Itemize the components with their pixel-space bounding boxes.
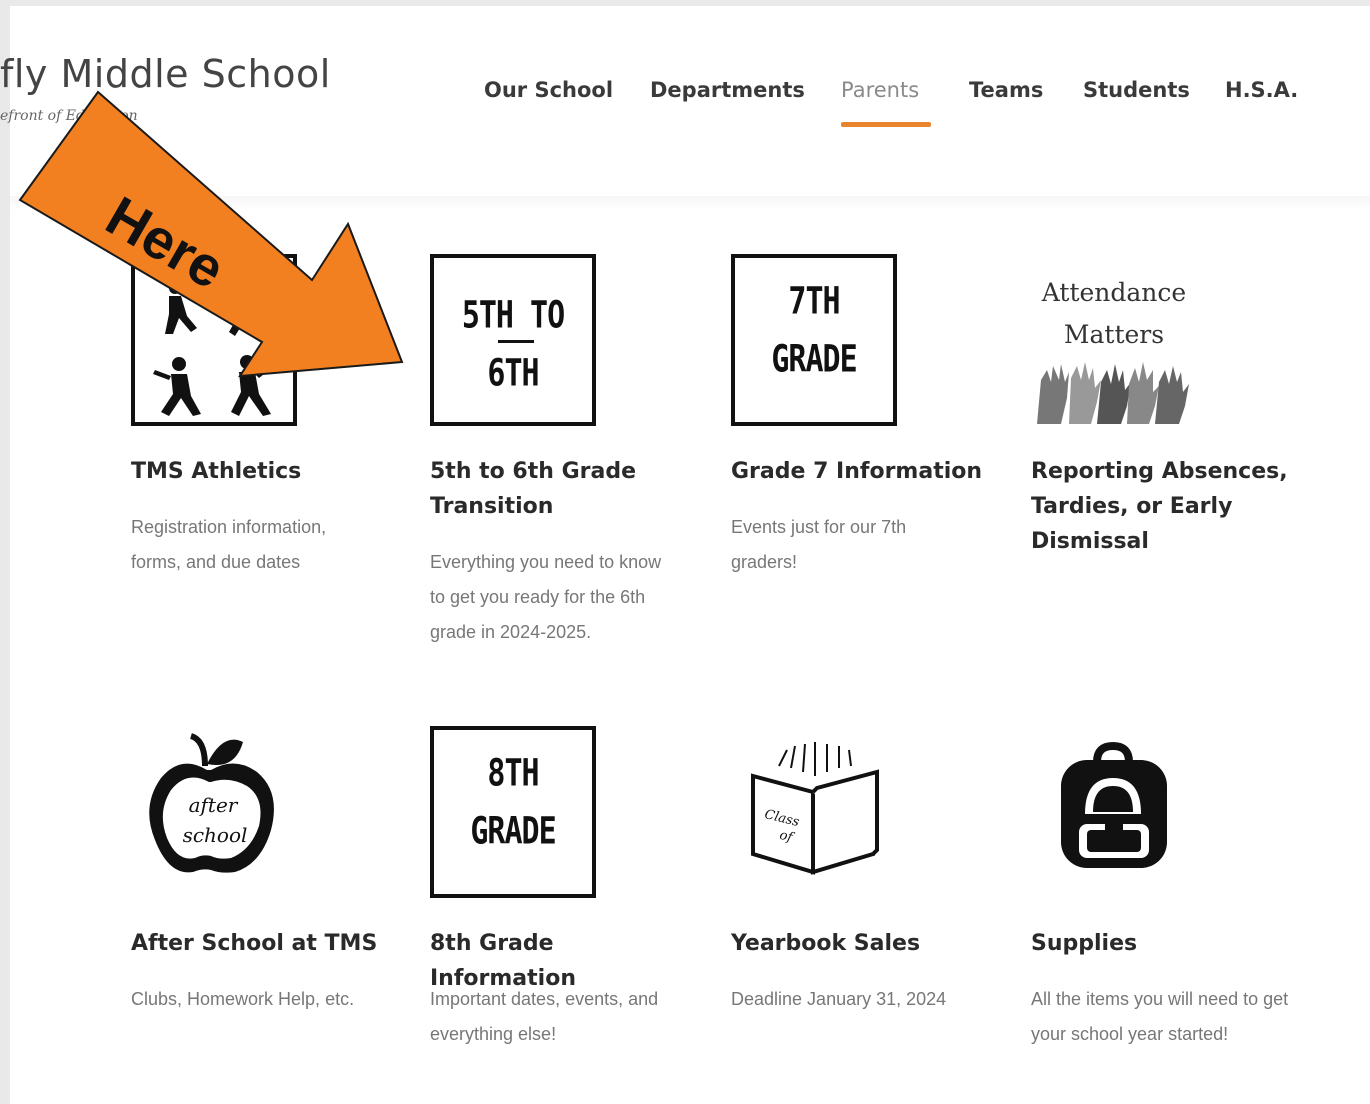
card-title[interactable]: Supplies — [1031, 926, 1296, 961]
card-thumbnail[interactable]: Attendance Matters — [1031, 254, 1197, 426]
thumbnail-line1: 8TH — [487, 751, 539, 796]
nav-active-underline — [841, 122, 931, 127]
thumbnail-line2: GRADE — [771, 337, 857, 382]
card-description: Everything you need to know to get you r… — [430, 552, 662, 642]
card-thumbnail[interactable] — [1031, 726, 1197, 898]
attendance-line2: Matters — [1063, 320, 1165, 349]
site-brand[interactable]: fly Middle School efront of Education — [0, 52, 331, 124]
card-description: Deadline January 31, 2024 — [731, 989, 947, 1009]
raised-hands-icon — [1037, 362, 1189, 424]
thumbnail-line1: 7TH — [788, 279, 840, 324]
card-title[interactable]: Yearbook Sales — [731, 926, 996, 961]
apple-text-2: school — [183, 823, 248, 847]
card-thumbnail[interactable]: 5TH TO 6TH — [430, 254, 596, 426]
card-thumbnail[interactable]: after school — [131, 726, 297, 898]
card-thumbnail[interactable]: 8TH GRADE — [430, 726, 596, 898]
card-title[interactable]: 5th to 6th Grade Transition — [430, 454, 695, 524]
card-thumbnail[interactable]: 7TH GRADE — [731, 254, 897, 426]
card-description: Important dates, events, and everything … — [430, 989, 659, 1044]
nav-item-our-school[interactable]: Our School — [484, 78, 613, 102]
card-title[interactable]: Reporting Absences, Tardies, or Early Di… — [1031, 454, 1296, 559]
attendance-line1: Attendance — [1041, 278, 1187, 307]
thumbnail-divider — [498, 340, 534, 343]
card-thumbnail[interactable]: Class of — [731, 726, 897, 898]
apple-icon: after school — [149, 733, 274, 873]
thumbnail-line2: 6TH — [487, 351, 539, 396]
backpack-icon — [1061, 741, 1167, 868]
nav-item-departments[interactable]: Departments — [650, 78, 805, 102]
school-name: fly Middle School — [0, 52, 331, 96]
nav-item-students[interactable]: Students — [1083, 78, 1190, 102]
card-title[interactable]: TMS Athletics — [131, 454, 396, 489]
attendance-title: Attendance Matters — [1031, 272, 1197, 356]
thumbnail-line2: GRADE — [470, 809, 556, 854]
card-description: Clubs, Homework Help, etc. — [131, 989, 355, 1009]
card-title[interactable]: Grade 7 Information — [731, 454, 996, 489]
nav-item-teams[interactable]: Teams — [969, 78, 1043, 102]
school-tagline: efront of Education — [0, 108, 138, 124]
card-description: Registration information, forms, and due… — [131, 517, 327, 572]
card-thumbnail[interactable] — [131, 254, 297, 426]
nav-item-parents[interactable]: Parents — [841, 78, 919, 102]
card-description: All the items you will need to get your … — [1031, 989, 1289, 1044]
card-title[interactable]: After School at TMS — [131, 926, 396, 961]
apple-text-1: after — [189, 793, 239, 817]
nav-item-hsa[interactable]: H.S.A. — [1225, 78, 1298, 102]
header-divider — [10, 196, 1370, 210]
athletes-silhouettes-icon — [153, 282, 285, 416]
thumbnail-line1: 5TH TO — [461, 293, 565, 338]
yearbook-icon: Class of — [751, 742, 879, 875]
card-description: Events just for our 7th graders! — [731, 517, 907, 572]
